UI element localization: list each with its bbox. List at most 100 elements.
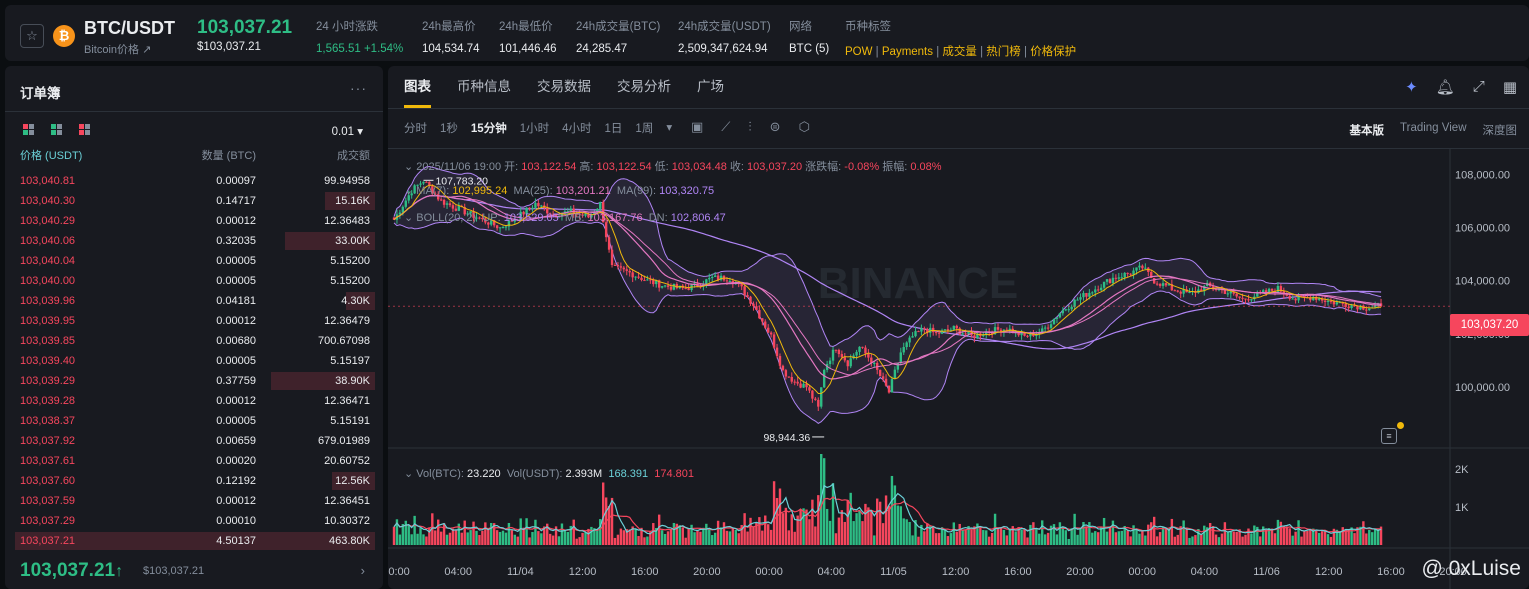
- interval-4h[interactable]: 4小时: [562, 120, 591, 136]
- bell-icon[interactable]: 🔔︎: [1436, 78, 1455, 96]
- bitcoin-coin-icon: ₿: [53, 25, 75, 47]
- tab-trading-data[interactable]: 交易数据: [537, 66, 591, 108]
- volume-bar: [1055, 534, 1059, 545]
- interval-line[interactable]: 分时: [404, 120, 427, 136]
- expand-icon[interactable]: ⤢: [1473, 78, 1485, 96]
- candle-body: [955, 325, 958, 329]
- ask-row[interactable]: 103,040.06 0.32035 33.00K: [15, 231, 375, 251]
- candle-body: [1094, 289, 1097, 293]
- time-tick-label: 00:00: [1128, 566, 1156, 578]
- collapse-icon[interactable]: ⌄: [404, 212, 416, 224]
- view-basic[interactable]: 基本版: [1350, 122, 1385, 138]
- chevron-right-icon[interactable]: ›: [361, 563, 365, 578]
- volume-bar: [1005, 535, 1009, 545]
- ask-row[interactable]: 103,039.95 0.00012 12.36479: [15, 311, 375, 331]
- volume-bar: [666, 531, 670, 545]
- tab-trading-analysis[interactable]: 交易分析: [617, 66, 671, 108]
- stat-network[interactable]: 网络 BTC (5): [789, 18, 829, 55]
- tag-volume[interactable]: 成交量: [942, 46, 977, 58]
- interval-1w[interactable]: 1周: [635, 120, 653, 136]
- layout-grid-icon[interactable]: ▦: [1503, 78, 1517, 96]
- candle-body: [616, 265, 620, 267]
- volume-bar: [534, 519, 537, 545]
- tag-price-protect[interactable]: 价格保护: [1030, 46, 1076, 58]
- mode-both-icon[interactable]: [23, 124, 35, 136]
- coin-price-link[interactable]: Bitcoin价格 ↗: [84, 41, 151, 57]
- calendar-icon[interactable]: ▣: [691, 119, 703, 135]
- tag-hot[interactable]: 热门榜: [986, 46, 1021, 58]
- view-depth[interactable]: 深度图: [1483, 122, 1518, 138]
- volume-bar: [970, 529, 973, 545]
- tag-payments[interactable]: Payments: [882, 46, 933, 58]
- ask-row[interactable]: 103,039.28 0.00012 12.36471: [15, 391, 375, 411]
- order-book-current-price[interactable]: 103,037.21↑: [20, 560, 123, 582]
- candle-type-icon[interactable]: ⫶: [748, 119, 751, 135]
- price-tick-label: 108,000.00: [1455, 170, 1510, 182]
- ask-row[interactable]: 103,040.29 0.00012 12.36483: [15, 211, 375, 231]
- ask-row[interactable]: 103,040.04 0.00005 5.15200: [15, 251, 375, 271]
- volume-bar: [475, 530, 478, 545]
- volume-bar: [616, 534, 620, 545]
- volume-bar: [961, 530, 964, 545]
- interval-more-dropdown[interactable]: ▾: [666, 120, 672, 136]
- candle-body: [772, 334, 776, 348]
- ask-row[interactable]: 103,039.96 0.04181 4.30K: [15, 291, 375, 311]
- interval-15m[interactable]: 15分钟: [471, 120, 507, 136]
- volume-bar: [663, 533, 667, 545]
- col-price: 价格 (USDT): [20, 150, 83, 162]
- candle-body: [896, 362, 900, 370]
- ask-row[interactable]: 103,037.61 0.00020 20.60752: [15, 451, 375, 471]
- ask-row[interactable]: 103,037.29 0.00010 10.30372: [15, 511, 375, 531]
- volume-bar: [548, 533, 552, 545]
- mode-bids-icon[interactable]: [51, 124, 63, 136]
- ask-row[interactable]: 103,039.40 0.00005 5.15197: [15, 351, 375, 371]
- indicator-icon[interactable]: ⟋: [721, 119, 730, 135]
- ask-row[interactable]: 103,037.59 0.00012 12.36451: [15, 491, 375, 511]
- ai-sparkle-icon[interactable]: ✦: [1405, 78, 1418, 96]
- tab-coin-info[interactable]: 币种信息: [457, 66, 511, 108]
- symbol-title[interactable]: BTC/USDT: [84, 18, 175, 39]
- ask-row[interactable]: 103,040.00 0.00005 5.15200: [15, 271, 375, 291]
- tab-square[interactable]: 广场: [697, 66, 724, 108]
- tag-pow[interactable]: POW: [845, 46, 872, 58]
- settings-icon[interactable]: ⬡: [799, 119, 810, 135]
- col-total: 成交额: [337, 150, 370, 162]
- ask-row[interactable]: 103,040.81 0.00097 99.94958: [15, 171, 375, 191]
- volume-bar: [887, 505, 891, 545]
- ask-row[interactable]: 103,039.85 0.00680 700.67098: [15, 331, 375, 351]
- volume-bar: [634, 529, 637, 545]
- volume-bar: [884, 495, 888, 545]
- notification-icon[interactable]: ≡: [1381, 428, 1397, 444]
- candle-body: [537, 203, 540, 207]
- volume-bar: [790, 514, 793, 545]
- credit-watermark: @ 0xLuise: [1421, 557, 1521, 580]
- ask-row[interactable]: 103,040.30 0.14717 15.16K: [15, 191, 375, 211]
- favorite-star-icon[interactable]: ☆: [20, 24, 44, 48]
- interval-1h[interactable]: 1小时: [520, 120, 549, 136]
- candle-body: [1238, 296, 1241, 298]
- precision-select[interactable]: 0.01 ▾: [332, 124, 363, 138]
- time-tick-label: 12:00: [942, 566, 970, 578]
- collapse-icon[interactable]: ⌄: [404, 161, 416, 173]
- candle-body: [822, 369, 826, 388]
- volume-bar: [678, 525, 682, 545]
- ask-row[interactable]: 103,037.60 0.12192 12.56K: [15, 471, 375, 491]
- ask-row[interactable]: 103,037.92 0.00659 679.01989: [15, 431, 375, 451]
- volume-bar: [495, 530, 499, 545]
- volume-bar: [1091, 532, 1094, 545]
- collapse-icon[interactable]: ⌄: [404, 468, 416, 480]
- draw-tools-icon[interactable]: ⊜: [770, 119, 781, 135]
- view-tradingview[interactable]: Trading View: [1400, 122, 1466, 138]
- interval-1s[interactable]: 1秒: [440, 120, 458, 136]
- mode-asks-icon[interactable]: [79, 124, 91, 136]
- interval-1d[interactable]: 1日: [605, 120, 623, 136]
- volume-bar: [469, 530, 472, 545]
- volume-bar: [442, 523, 446, 545]
- ask-row[interactable]: 103,039.29 0.37759 38.90K: [15, 371, 375, 391]
- collapse-icon[interactable]: ⌄: [404, 185, 416, 197]
- ask-row[interactable]: 103,038.37 0.00005 5.15191: [15, 411, 375, 431]
- tab-chart[interactable]: 图表: [404, 66, 431, 108]
- more-options-icon[interactable]: ···: [350, 80, 367, 96]
- candle-body: [646, 279, 649, 281]
- ask-row[interactable]: 103,037.21 4.50137 463.80K: [15, 531, 375, 551]
